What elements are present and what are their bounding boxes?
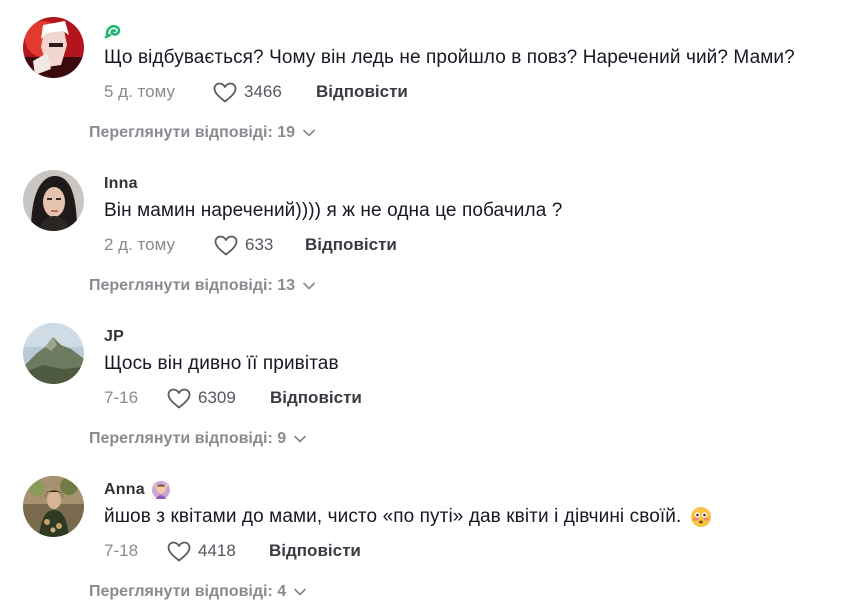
flushed-face-emoji-icon xyxy=(690,506,712,528)
like-button[interactable]: 6309 xyxy=(167,388,270,409)
view-replies-label: Переглянути відповіді: xyxy=(89,430,273,447)
view-replies-text: Переглянути відповіді: 9 xyxy=(89,430,286,448)
comment-timestamp: 7-18 xyxy=(104,541,139,560)
heart-icon[interactable] xyxy=(167,388,191,409)
avatar-image xyxy=(23,170,84,231)
reply-count: 19 xyxy=(277,124,296,141)
author-row: Inna xyxy=(104,174,138,194)
reply-count: 13 xyxy=(277,277,296,294)
comment-text-body: йшов з квітами до мами, чисто «по путі» … xyxy=(104,506,682,527)
view-replies-text: Переглянути відповіді: 13 xyxy=(89,277,295,295)
comment-text: Що відбувається? Чому він ледь не пройшл… xyxy=(104,47,795,68)
like-count: 4418 xyxy=(198,541,236,560)
like-count: 3466 xyxy=(244,82,282,101)
chevron-down-icon[interactable] xyxy=(302,128,316,138)
author-name[interactable]: Inna xyxy=(104,175,138,193)
view-replies-button[interactable]: Переглянути відповіді: 19 xyxy=(89,124,316,142)
like-button[interactable]: 633 xyxy=(214,235,305,256)
view-replies-button[interactable]: Переглянути відповіді: 4 xyxy=(89,583,307,601)
comment-meta: 2 д. тому 633 Відповісти xyxy=(104,233,397,257)
avatar[interactable] xyxy=(23,323,84,384)
comment-text: Щось він дивно її привітав xyxy=(104,353,339,374)
avatar[interactable] xyxy=(23,476,84,537)
comment-list: Що відбувається? Чому він ледь не пройшл… xyxy=(0,0,848,609)
heart-icon[interactable] xyxy=(213,82,237,103)
reply-button[interactable]: Відповісти xyxy=(316,82,408,102)
author-row: JP xyxy=(104,327,124,347)
view-replies-text: Переглянути відповіді: 19 xyxy=(89,124,295,142)
view-replies-label: Переглянути відповіді: xyxy=(89,277,273,294)
chevron-down-icon[interactable] xyxy=(293,587,307,597)
heart-icon[interactable] xyxy=(167,541,191,562)
view-replies-text: Переглянути відповіді: 4 xyxy=(89,583,286,601)
reply-count: 4 xyxy=(277,583,287,600)
avatar-image xyxy=(23,17,84,78)
view-replies-label: Переглянути відповіді: xyxy=(89,583,273,600)
comment-timestamp: 2 д. тому xyxy=(104,235,175,254)
comment-text: йшов з квітами до мами, чисто «по путі» … xyxy=(104,506,712,528)
reply-button[interactable]: Відповісти xyxy=(269,541,361,561)
like-count: 633 xyxy=(245,235,274,254)
view-replies-button[interactable]: Переглянути відповіді: 13 xyxy=(89,277,316,295)
author-row: Anna xyxy=(104,480,171,500)
author-row xyxy=(104,21,128,41)
comment-meta: 7-16 6309 Відповісти xyxy=(104,386,362,410)
chevron-down-icon[interactable] xyxy=(302,281,316,291)
comment-timestamp: 7-16 xyxy=(104,388,139,407)
like-button[interactable]: 4418 xyxy=(167,541,269,562)
avatar[interactable] xyxy=(23,170,84,231)
comment-meta: 5 д. тому 3466 Відповісти xyxy=(104,80,408,104)
comment-text: Він мамин наречений)))) я ж не одна це п… xyxy=(104,200,563,221)
author-name[interactable]: Anna xyxy=(104,481,145,499)
like-count: 6309 xyxy=(198,388,236,407)
author-name[interactable]: JP xyxy=(104,328,124,346)
reply-count: 9 xyxy=(277,430,287,447)
like-button[interactable]: 3466 xyxy=(213,82,316,103)
view-replies-button[interactable]: Переглянути відповіді: 9 xyxy=(89,430,307,448)
avatar[interactable] xyxy=(23,17,84,78)
comment-timestamp: 5 д. тому xyxy=(104,82,175,101)
reply-button[interactable]: Відповісти xyxy=(305,235,397,255)
woman-gesturing-emoji-icon xyxy=(151,480,171,500)
reply-button[interactable]: Відповісти xyxy=(270,388,362,408)
avatar-image xyxy=(23,476,84,537)
heart-icon[interactable] xyxy=(214,235,238,256)
avatar-image xyxy=(23,323,84,384)
chevron-down-icon[interactable] xyxy=(293,434,307,444)
green-swirl-icon xyxy=(104,22,122,40)
view-replies-label: Переглянути відповіді: xyxy=(89,124,273,141)
comment-meta: 7-18 4418 Відповісти xyxy=(104,539,361,563)
